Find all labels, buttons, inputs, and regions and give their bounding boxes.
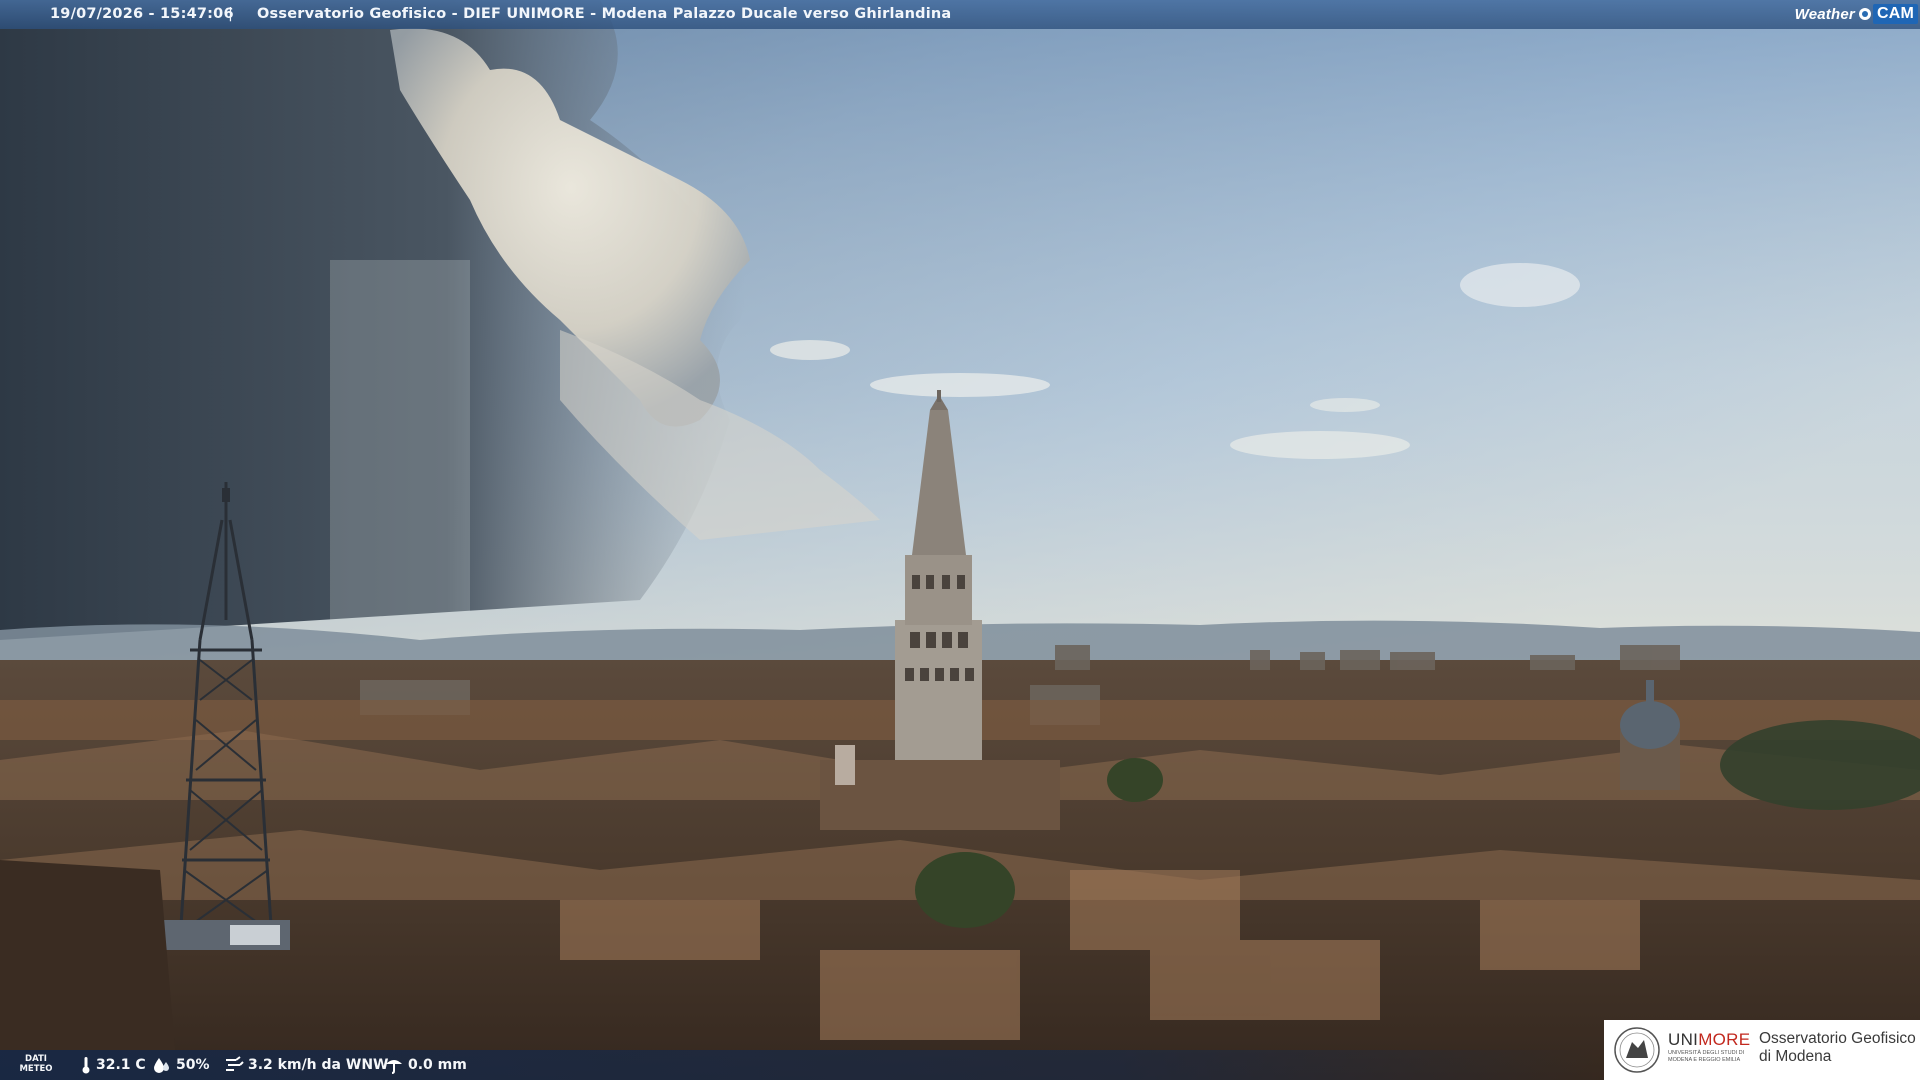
thermometer-icon — [82, 1057, 90, 1074]
wind-value: 3.2 km/h da WNW — [248, 1057, 389, 1073]
observatory-name: Osservatorio Geofisico di Modena — [1759, 1030, 1916, 1065]
unimore-wordmark: UNIMORE — [1668, 1030, 1751, 1049]
camera-title: Osservatorio Geofisico - DIEF UNIMORE - … — [257, 6, 952, 22]
unimore-seal-icon — [1614, 1027, 1660, 1073]
timestamp: 19/07/2026 - 15:47:06 — [50, 6, 234, 22]
wind-reading: 3.2 km/h da WNW — [224, 1056, 388, 1074]
weathercam-logo: Weather CAM — [1795, 2, 1918, 26]
weather-data-bar: DATI METEO 32.1 C 50% 3.2 km/h da WNW 0.… — [0, 1050, 1600, 1080]
temperature-value: 32.1 C — [96, 1057, 146, 1073]
weather-data-label: DATI METEO — [19, 1054, 53, 1074]
humidity-value: 50% — [176, 1057, 210, 1073]
rain-value: 0.0 mm — [408, 1057, 467, 1073]
brand-cam: CAM — [1872, 4, 1918, 24]
title-separator: | — [228, 6, 234, 22]
unimore-logo-panel: UNIMORE UNIVERSITÀ DEGLI STUDI DI MODENA… — [1604, 1020, 1920, 1080]
unimore-subtitle: UNIVERSITÀ DEGLI STUDI DI MODENA E REGGI… — [1668, 1050, 1745, 1063]
title-bar: 19/07/2026 - 15:47:06 | Osservatorio Geo… — [0, 0, 1920, 29]
temperature-reading: 32.1 C — [80, 1056, 146, 1074]
rain-reading: 0.0 mm — [384, 1056, 467, 1074]
rain-gauge-icon — [386, 1060, 402, 1074]
humidity-reading: 50% — [152, 1056, 210, 1074]
brand-weather: Weather — [1794, 5, 1855, 23]
humidity-drop-icon — [154, 1058, 169, 1073]
webcam-photo — [0, 0, 1920, 1080]
wind-icon — [226, 1056, 244, 1071]
brand-dot-icon — [1858, 8, 1871, 20]
